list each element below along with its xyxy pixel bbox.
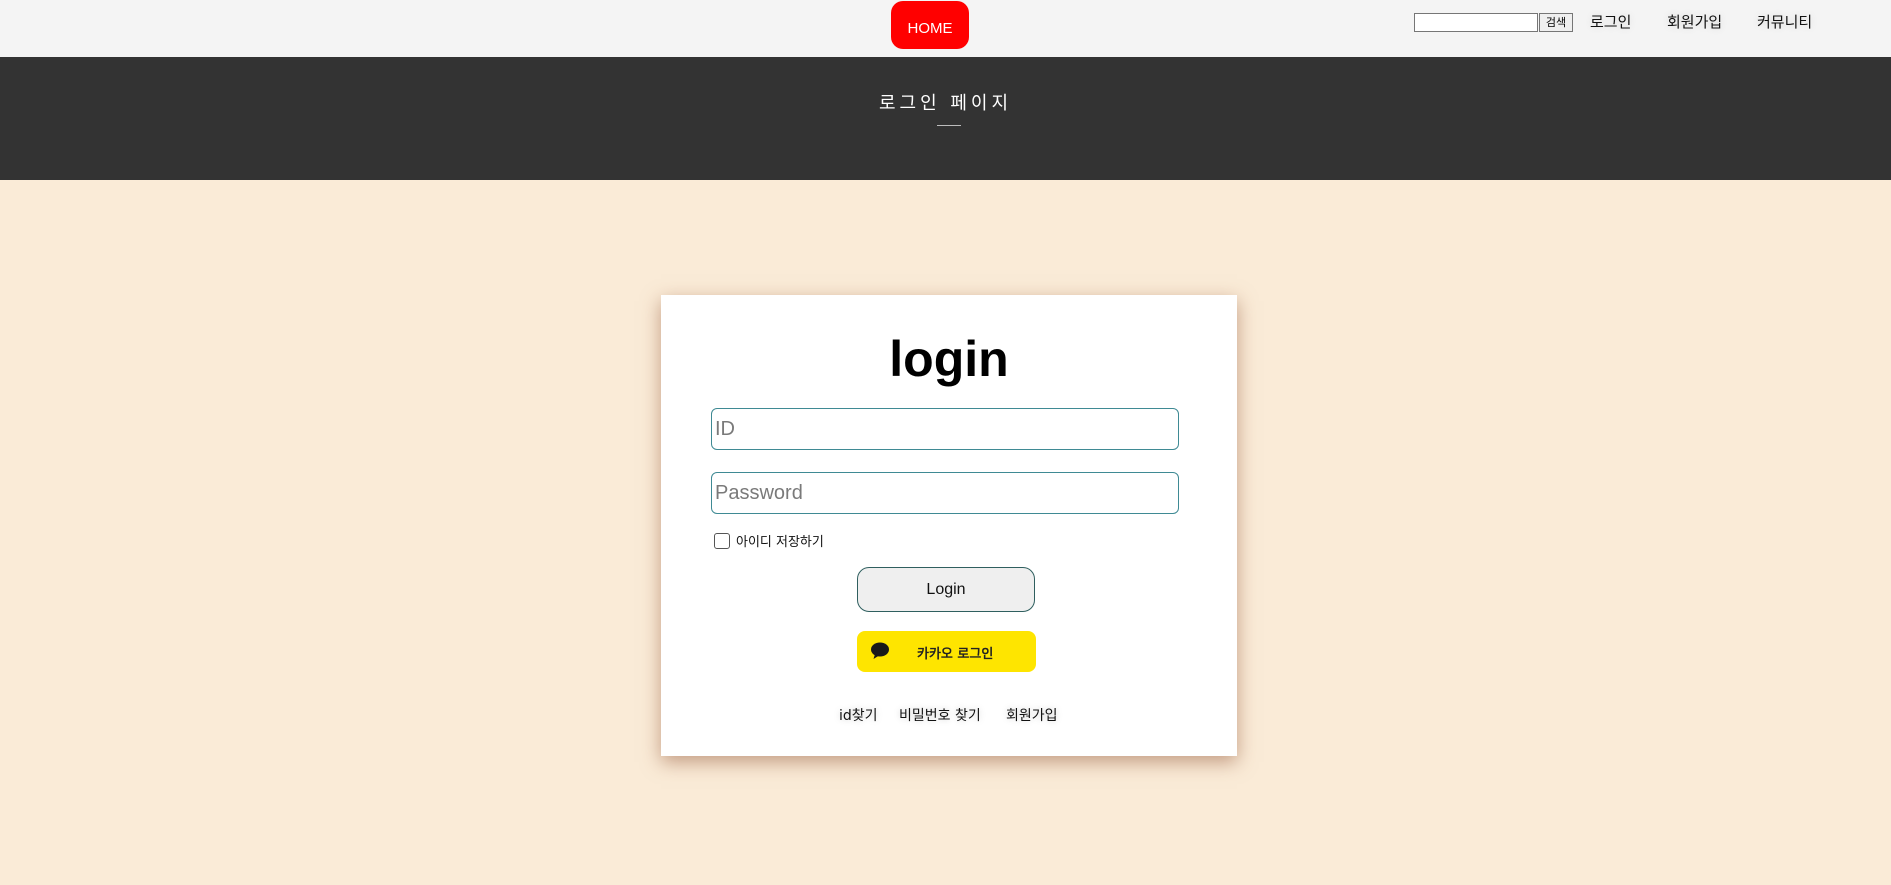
login-heading: login (889, 331, 1009, 387)
kakao-login-label: 카카오 로그인 (917, 647, 994, 662)
title-underline (937, 125, 961, 126)
page-title: 로그인 페이지 (878, 93, 1013, 114)
nav-signup-link[interactable]: 회원가입 (1667, 11, 1722, 33)
remember-id-label: 아이디 저장하기 (736, 535, 824, 550)
search-button[interactable]: 검색 (1539, 13, 1573, 32)
home-button[interactable]: HOME (891, 1, 969, 49)
find-id-link[interactable]: id찾기 (839, 705, 878, 725)
password-field[interactable] (711, 472, 1179, 514)
top-navbar: HOME 검색 로그인 회원가입 커뮤니티 (0, 0, 1891, 57)
login-card: login 아이디 저장하기 Login 카카오 로그인 id찾기 비밀번호 찾… (661, 295, 1237, 756)
signup-link[interactable]: 회원가입 (1006, 705, 1058, 725)
nav-community-link[interactable]: 커뮤니티 (1757, 11, 1812, 33)
speech-bubble-icon (871, 642, 889, 659)
nav-login-link[interactable]: 로그인 (1590, 11, 1631, 33)
kakao-login-button[interactable]: 카카오 로그인 (857, 631, 1036, 672)
find-password-link[interactable]: 비밀번호 찾기 (899, 705, 981, 725)
id-field[interactable] (711, 408, 1179, 450)
page-banner: 로그인 페이지 (0, 57, 1891, 180)
remember-id-row: 아이디 저장하기 (714, 531, 824, 550)
login-button[interactable]: Login (857, 567, 1035, 612)
remember-id-checkbox[interactable] (714, 532, 730, 549)
search-input[interactable] (1414, 13, 1538, 32)
